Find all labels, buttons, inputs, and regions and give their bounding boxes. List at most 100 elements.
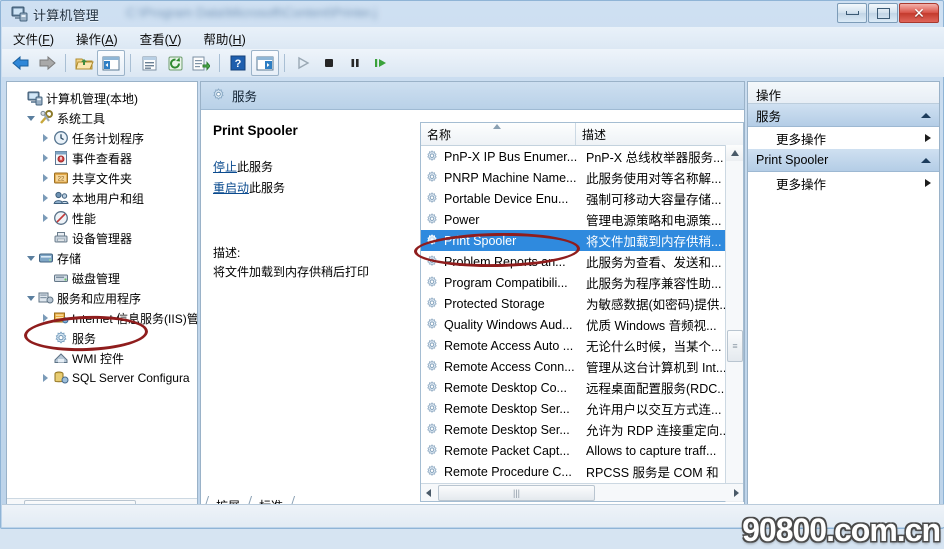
table-row[interactable]: Remote Desktop Ser... 允许为 RDP 连接重定向... (421, 419, 743, 440)
list-vertical-scrollbar[interactable]: ≡ (725, 145, 743, 502)
window-title-path-blurred: C:\Program Data\Microsoft\Content\Printe… (126, 5, 377, 20)
list-horizontal-scrollbar[interactable]: ||| (421, 483, 743, 501)
table-row[interactable]: Remote Packet Capt... Allows to capture t… (421, 440, 743, 461)
expander-down-icon[interactable] (24, 112, 37, 125)
chevron-up-icon[interactable] (921, 112, 931, 118)
service-name: Quality Windows Aud... (444, 317, 573, 332)
services-pane: 服务 Print Spooler 停止此服务 重启动此服务 描述: 将文件加载到… (200, 81, 745, 517)
expander-right-icon[interactable] (39, 192, 52, 205)
tree-item-services[interactable]: 服务 (11, 328, 197, 348)
show-action-pane-icon[interactable] (251, 50, 279, 76)
expander-right-icon[interactable] (39, 312, 52, 325)
computer-icon (27, 90, 43, 106)
table-row[interactable]: PNRP Machine Name... 此服务使用对等名称解... (421, 167, 743, 188)
show-tree-icon[interactable] (97, 50, 125, 76)
console-tree: 计算机管理(本地) 系统工具 任务计划程序 事件查看器 22 共享文件夹 本地用… (7, 82, 197, 388)
gear-icon (425, 149, 440, 164)
table-row[interactable]: Remote Access Auto ... 无论什么时候，当某个... (421, 335, 743, 356)
expander-right-icon[interactable] (39, 152, 52, 165)
table-row[interactable]: Program Compatibili... 此服务为程序兼容性助... (421, 272, 743, 293)
scrollbar-thumb[interactable]: ≡ (727, 330, 743, 362)
table-row[interactable]: Remote Desktop Ser... 允许用户以交互方式连... (421, 398, 743, 419)
actions-group-print-spooler[interactable]: Print Spooler (748, 149, 939, 172)
action-more-actions-services[interactable]: 更多操作 (748, 127, 939, 149)
tree-item-sql-server-configuration[interactable]: SQL Server Configura (11, 368, 197, 388)
action-more-actions-print-spooler[interactable]: 更多操作 (748, 172, 939, 194)
restart-service-icon[interactable] (368, 51, 394, 75)
table-row[interactable]: Problem Reports an... 此服务为查看、发送和... (421, 251, 743, 272)
column-header-name[interactable]: 名称 (421, 123, 576, 145)
tree-item-event-viewer[interactable]: 事件查看器 (11, 148, 197, 168)
chevron-right-icon (925, 134, 931, 142)
properties-icon[interactable] (136, 51, 162, 75)
table-row[interactable]: Print Spooler 将文件加载到内存供稍... (421, 230, 743, 251)
table-row[interactable]: Remote Desktop Co... 远程桌面配置服务(RDC... (421, 377, 743, 398)
tree-item-root[interactable]: 计算机管理(本地) (11, 88, 197, 108)
expander-right-icon[interactable] (39, 132, 52, 145)
table-row[interactable]: Quality Windows Aud... 优质 Windows 音频视... (421, 314, 743, 335)
export-list-icon[interactable] (188, 51, 214, 75)
close-button[interactable]: ✕ (899, 3, 939, 23)
scroll-up-arrow-icon[interactable] (726, 145, 743, 161)
tree-item-device-manager[interactable]: 设备管理器 (11, 228, 197, 248)
clock-icon (53, 130, 69, 146)
close-icon: ✕ (913, 5, 925, 21)
maximize-button[interactable] (868, 3, 898, 23)
gear-icon (425, 317, 440, 332)
tree-item-iis-manager[interactable]: Internet 信息服务(IIS)管 (11, 308, 197, 328)
service-name: Remote Procedure C... (444, 464, 572, 479)
expander-down-icon[interactable] (24, 292, 37, 305)
pause-service-icon[interactable] (342, 51, 368, 75)
expander-right-icon[interactable] (39, 172, 52, 185)
tree-item-local-users-groups[interactable]: 本地用户和组 (11, 188, 197, 208)
refresh-icon[interactable] (162, 51, 188, 75)
service-description: Allows to capture traff... (586, 443, 717, 458)
tree-item-shared-folders[interactable]: 22 共享文件夹 (11, 168, 197, 188)
scroll-left-arrow-icon[interactable] (421, 485, 437, 500)
expander-down-icon[interactable] (24, 252, 37, 265)
tree-item-label: 系统工具 (57, 111, 106, 126)
tree-item-disk-management[interactable]: 磁盘管理 (11, 268, 197, 288)
stop-service-link[interactable]: 停止此服务 (213, 158, 410, 175)
actions-group-services[interactable]: 服务 (748, 104, 939, 127)
gear-icon (425, 380, 440, 395)
forward-arrow-icon (34, 51, 60, 75)
help-icon[interactable]: ? (225, 51, 251, 75)
tree-item-task-scheduler[interactable]: 任务计划程序 (11, 128, 197, 148)
up-folder-icon[interactable] (71, 51, 97, 75)
table-row[interactable]: Remote Procedure C... RPCSS 服务是 COM 和 (421, 461, 743, 482)
stop-service-icon[interactable] (316, 51, 342, 75)
menu-view[interactable]: 查看(V) (129, 27, 193, 50)
service-description: RPCSS 服务是 COM 和 (586, 466, 719, 480)
tree-item-label: 共享文件夹 (72, 171, 133, 186)
expander-right-icon[interactable] (39, 212, 52, 225)
menu-file[interactable]: 文件(F) (2, 27, 65, 50)
storage-icon (38, 250, 54, 266)
service-description: 优质 Windows 音频视... (586, 319, 717, 333)
service-name: Program Compatibili... (444, 275, 568, 290)
table-row[interactable]: Portable Device Enu... 强制可移动大容量存储... (421, 188, 743, 209)
table-row[interactable]: PnP-X IP Bus Enumer... PnP-X 总线枚举器服务... (421, 146, 743, 167)
gear-icon (425, 275, 440, 290)
menu-help[interactable]: 帮助(H) (192, 27, 256, 50)
table-row[interactable]: Protected Storage 为敏感数据(如密码)提供... (421, 293, 743, 314)
back-arrow-icon[interactable] (8, 51, 34, 75)
tree-item-storage[interactable]: 存储 (11, 248, 197, 268)
table-row[interactable]: Power 管理电源策略和电源策... (421, 209, 743, 230)
restart-service-link[interactable]: 重启动此服务 (213, 179, 410, 196)
tree-item-services-and-applications[interactable]: 服务和应用程序 (11, 288, 197, 308)
tree-item-system-tools[interactable]: 系统工具 (11, 108, 197, 128)
scroll-right-arrow-icon[interactable] (727, 485, 743, 500)
chevron-up-icon[interactable] (921, 157, 931, 163)
table-row[interactable]: Remote Access Conn... 管理从这台计算机到 Int... (421, 356, 743, 377)
tree-item-wmi-control[interactable]: WMI 控件 (11, 348, 197, 368)
window-title: 计算机管理 (33, 8, 100, 23)
tree-item-performance[interactable]: 性能 (11, 208, 197, 228)
service-name: Remote Access Auto ... (444, 338, 574, 353)
scrollbar-thumb[interactable]: ||| (438, 484, 595, 501)
expander-right-icon[interactable] (39, 372, 52, 385)
menu-action[interactable]: 操作(A) (65, 27, 129, 50)
minimize-button[interactable] (837, 3, 867, 23)
column-header-description[interactable]: 描述 (576, 123, 743, 145)
stop-link-rest: 此服务 (237, 160, 274, 174)
